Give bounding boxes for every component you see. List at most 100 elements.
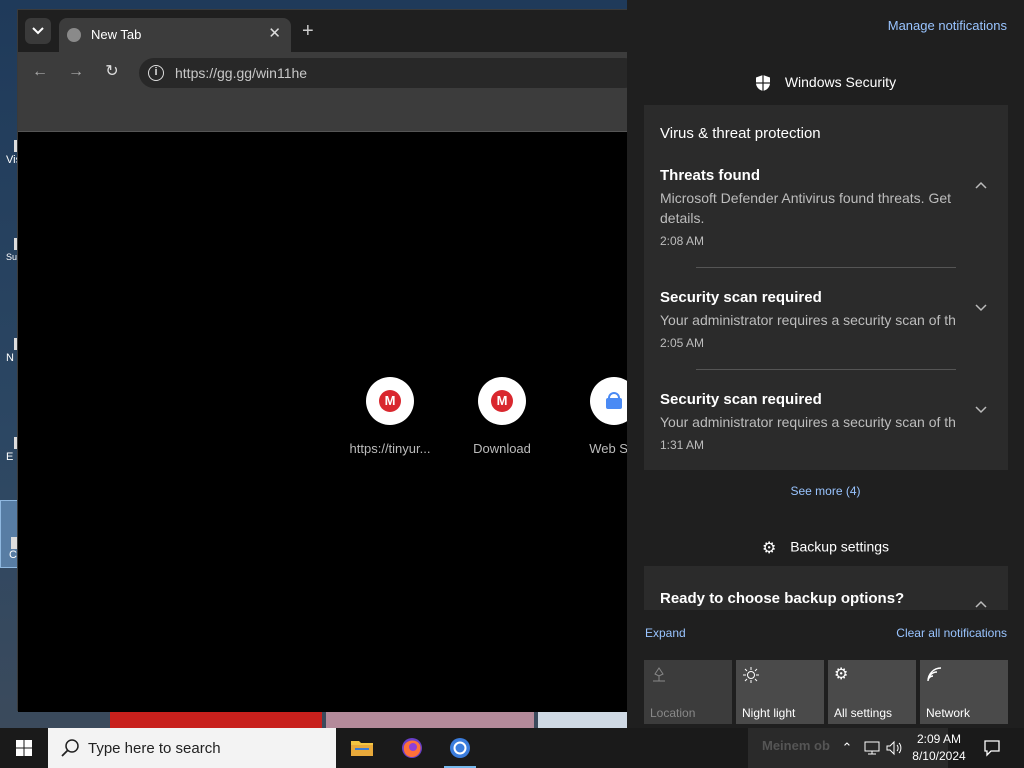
chevron-up-icon[interactable]: ⌃	[838, 739, 856, 757]
tab-title: New Tab	[91, 27, 142, 42]
chevron-down-icon[interactable]	[974, 402, 988, 416]
shield-icon	[755, 75, 770, 92]
notification-time: 1:31 AM	[660, 438, 705, 452]
tab-bar: New Tab ✕ +	[18, 10, 628, 52]
quick-action-night-light[interactable]: Night light	[736, 660, 824, 724]
desktop-icon[interactable]: N	[2, 338, 22, 364]
network-wired-icon[interactable]	[863, 739, 881, 757]
firefox-icon	[402, 738, 422, 758]
card-title: Ready to choose backup options?	[660, 590, 905, 607]
see-more-link[interactable]: See more (4)	[627, 484, 1024, 498]
security-notification-card[interactable]: Virus & threat protection Threats found …	[644, 105, 1008, 470]
address-bar[interactable]: i https://gg.gg/win11he	[139, 58, 639, 88]
quick-action-all-settings[interactable]: ⚙ All settings	[828, 660, 916, 724]
separator	[696, 369, 956, 370]
firefox-button[interactable]	[388, 728, 436, 768]
new-tab-page: M https://tinyur... M Download Web Sto	[18, 132, 628, 712]
notification-item[interactable]: Threats found Microsoft Defender Antivir…	[660, 167, 980, 248]
card-title: Virus & threat protection	[660, 125, 821, 142]
backup-notification-card[interactable]: Ready to choose backup options?	[644, 566, 1008, 610]
mega-logo-icon: M	[491, 390, 513, 412]
manage-notifications-link[interactable]: Manage notifications	[888, 18, 1007, 33]
quick-action-network[interactable]: Network	[920, 660, 1008, 724]
shortcut-tile[interactable]: M Download	[454, 377, 550, 456]
clock-date: 8/10/2024	[912, 749, 966, 763]
chevron-down-icon[interactable]	[974, 300, 988, 314]
url-text[interactable]: https://gg.gg/win11he	[175, 65, 307, 81]
windows-security-group-header: Windows Security	[627, 74, 1024, 92]
folder-icon	[351, 741, 373, 756]
desktop-icon[interactable]: Vis	[2, 140, 22, 166]
chrome-button[interactable]	[436, 728, 484, 768]
shortcut-label: Download	[473, 441, 531, 456]
tab-search-button[interactable]	[25, 18, 51, 44]
expand-link[interactable]: Expand	[645, 626, 686, 640]
shortcut-icon-circle: M	[366, 377, 414, 425]
notification-item[interactable]: Security scan required Your administrato…	[660, 289, 980, 350]
group-title: Backup settings	[790, 538, 890, 555]
clock-time: 2:09 AM	[916, 732, 962, 746]
file-explorer-button[interactable]	[338, 728, 386, 768]
chevron-up-icon[interactable]	[974, 179, 988, 193]
quick-action-label: All settings	[834, 706, 893, 720]
notification-icon	[984, 740, 1000, 757]
shortcut-icon-circle	[590, 377, 628, 425]
taskbar-search-box[interactable]: Type here to search	[48, 728, 336, 768]
notification-item[interactable]: Security scan required Your administrato…	[660, 391, 980, 452]
reload-icon[interactable]: ↻	[102, 62, 122, 82]
clear-all-notifications-link[interactable]: Clear all notifications	[896, 626, 1007, 640]
chrome-icon	[450, 738, 470, 758]
mega-logo-icon: M	[379, 390, 401, 412]
volume-icon[interactable]	[885, 739, 903, 757]
web-store-icon	[606, 392, 622, 409]
action-center: Manage notifications Windows Security Vi…	[627, 0, 1024, 728]
background-thumbnails	[110, 710, 630, 728]
action-center-links: Expand Clear all notifications	[627, 626, 1024, 644]
notification-body: Your administrator requires a security s…	[660, 414, 956, 430]
brightness-icon	[743, 667, 759, 683]
browser-toolbar: ← → ↻ i https://gg.gg/win11he	[18, 52, 639, 92]
notification-heading: Security scan required	[660, 391, 822, 408]
thumbnail	[326, 710, 534, 728]
location-icon	[653, 667, 665, 682]
gear-icon: ⚙	[834, 666, 849, 683]
site-info-icon[interactable]: i	[148, 65, 164, 81]
forward-arrow-icon[interactable]: →	[66, 62, 86, 82]
tray-background-text: Meinem ob	[762, 738, 830, 753]
new-tab-button[interactable]: +	[302, 20, 314, 43]
quick-action-label: Night light	[742, 706, 796, 720]
quick-action-label: Location	[650, 706, 696, 720]
shortcut-label: https://tinyur...	[349, 441, 431, 456]
start-button[interactable]	[0, 728, 48, 768]
tab-new-tab[interactable]: New Tab ✕	[59, 18, 291, 52]
desktop-icon[interactable]: Su	[2, 238, 22, 262]
bookmark-bar	[18, 92, 628, 132]
windows-logo-icon	[16, 740, 32, 756]
desktop-icon-selected[interactable]: C	[0, 500, 19, 568]
gear-icon: ⚙	[761, 540, 777, 557]
back-arrow-icon[interactable]: ←	[30, 62, 50, 82]
desktop-icon[interactable]: E	[2, 437, 22, 463]
notification-center-button[interactable]	[972, 728, 1012, 768]
search-icon	[61, 739, 79, 757]
search-placeholder: Type here to search	[88, 740, 221, 757]
shortcut-label: Web Sto	[589, 441, 628, 456]
group-title: Windows Security	[784, 74, 897, 90]
shortcut-tile[interactable]: Web Sto	[566, 377, 628, 456]
notification-time: 2:05 AM	[660, 336, 705, 350]
backup-settings-group-header: ⚙ Backup settings	[627, 538, 1024, 558]
separator	[696, 267, 956, 268]
quick-action-location[interactable]: Location	[644, 660, 732, 724]
chevron-up-icon[interactable]	[974, 598, 988, 610]
shortcut-icon-circle: M	[478, 377, 526, 425]
notification-heading: Security scan required	[660, 289, 822, 306]
globe-icon	[67, 28, 81, 42]
thumbnail	[110, 710, 322, 728]
quick-action-label: Network	[926, 706, 971, 720]
notification-body: Your administrator requires a security s…	[660, 312, 956, 328]
thumbnail	[538, 710, 630, 728]
desktop-icon-label: C	[9, 549, 17, 561]
close-icon[interactable]: ✕	[268, 24, 281, 42]
taskbar-clock[interactable]: 2:09 AM 8/10/2024	[908, 731, 970, 765]
shortcut-tile[interactable]: M https://tinyur...	[342, 377, 438, 456]
